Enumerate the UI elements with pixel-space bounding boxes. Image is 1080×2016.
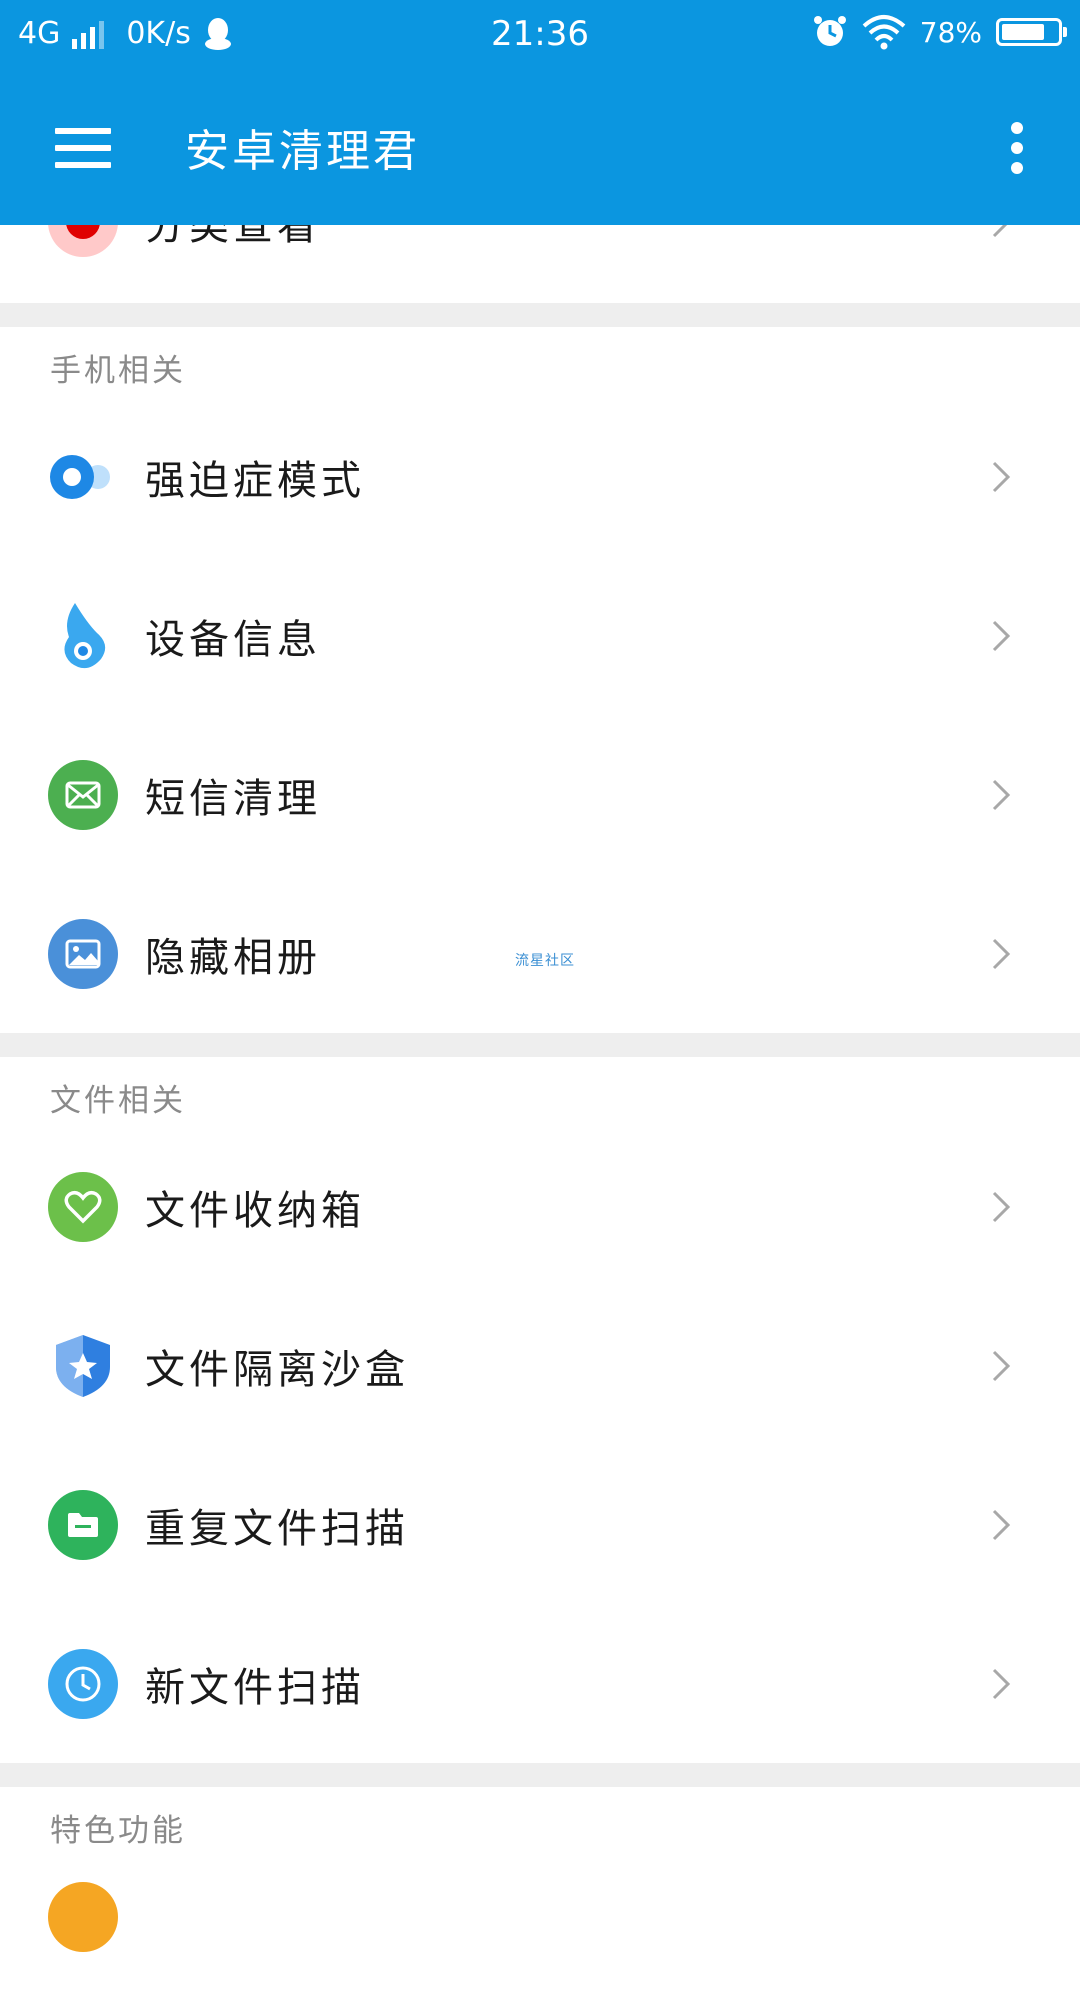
chevron-right-icon <box>992 620 1011 651</box>
section-header-phone: 手机相关 <box>0 327 1080 397</box>
status-bar: 4G 0K/s 21:36 78% <box>0 0 1080 70</box>
section-header-files: 文件相关 <box>0 1057 1080 1127</box>
heart-icon <box>48 1171 118 1242</box>
section-divider <box>0 303 1080 327</box>
list-item-new-file-scan[interactable]: 新文件扫描 <box>0 1604 1080 1763</box>
list-item-ocd-mode[interactable]: 强迫症模式 <box>0 397 1080 556</box>
list-item-label: 强迫症模式 <box>145 457 365 504</box>
toggle-icon <box>48 442 118 512</box>
partial-orange-icon <box>48 1882 118 1952</box>
drop-icon <box>48 601 118 671</box>
folder-icon <box>48 1489 118 1560</box>
app-title: 安卓清理君 <box>185 126 420 177</box>
status-right: 78% <box>812 14 1067 50</box>
list-item-label: 文件收纳箱 <box>145 1187 365 1234</box>
menu-icon[interactable] <box>55 128 111 168</box>
list-item-duplicate-scan[interactable]: 重复文件扫描 <box>0 1445 1080 1604</box>
watermark: 流星社区 <box>515 953 575 969</box>
clock-icon <box>48 1648 118 1719</box>
chevron-right-icon <box>992 461 1011 492</box>
battery-percent: 78% <box>919 15 982 49</box>
battery-icon <box>996 18 1067 46</box>
alarm-icon <box>813 16 846 46</box>
settings-list: 分类查看 手机相关 强迫症模式 设备信息 短信清理 隐藏相册 文件相关 文件收纳… <box>0 140 1080 2016</box>
section-title: 文件相关 <box>50 1083 186 1119</box>
more-options-icon[interactable] <box>1009 122 1025 176</box>
list-item-device-info[interactable]: 设备信息 <box>0 556 1080 715</box>
list-item-label: 重复文件扫描 <box>145 1505 409 1552</box>
list-item-label: 文件隔离沙盒 <box>145 1346 409 1393</box>
section-header-features: 特色功能 <box>0 1787 1080 1857</box>
chevron-right-icon <box>992 938 1011 969</box>
list-item-label: 设备信息 <box>145 616 321 663</box>
section-divider <box>0 1033 1080 1057</box>
section-divider <box>0 1763 1080 1787</box>
chevron-right-icon <box>992 779 1011 810</box>
list-item-file-storage-box[interactable]: 文件收纳箱 <box>0 1127 1080 1286</box>
section-title: 手机相关 <box>50 353 186 389</box>
chevron-right-icon <box>992 1668 1011 1699</box>
shield-star-icon <box>48 1331 118 1401</box>
list-item-partial[interactable] <box>0 1857 1080 2016</box>
mail-icon <box>48 759 118 830</box>
list-item-label: 短信清理 <box>145 775 321 822</box>
image-icon <box>48 918 118 989</box>
chevron-right-icon <box>992 1191 1011 1222</box>
wifi-icon <box>862 15 906 50</box>
list-item-file-sandbox[interactable]: 文件隔离沙盒 <box>0 1286 1080 1445</box>
section-title: 特色功能 <box>50 1813 186 1849</box>
list-item-label: 隐藏相册 <box>145 934 321 981</box>
chevron-right-icon <box>992 1350 1011 1381</box>
battery-level-fill <box>1002 24 1045 40</box>
chevron-right-icon <box>992 1509 1011 1540</box>
list-item-sms-clean[interactable]: 短信清理 <box>0 715 1080 874</box>
list-item-label: 新文件扫描 <box>145 1664 365 1711</box>
app-bar: 安卓清理君 <box>0 70 1080 225</box>
